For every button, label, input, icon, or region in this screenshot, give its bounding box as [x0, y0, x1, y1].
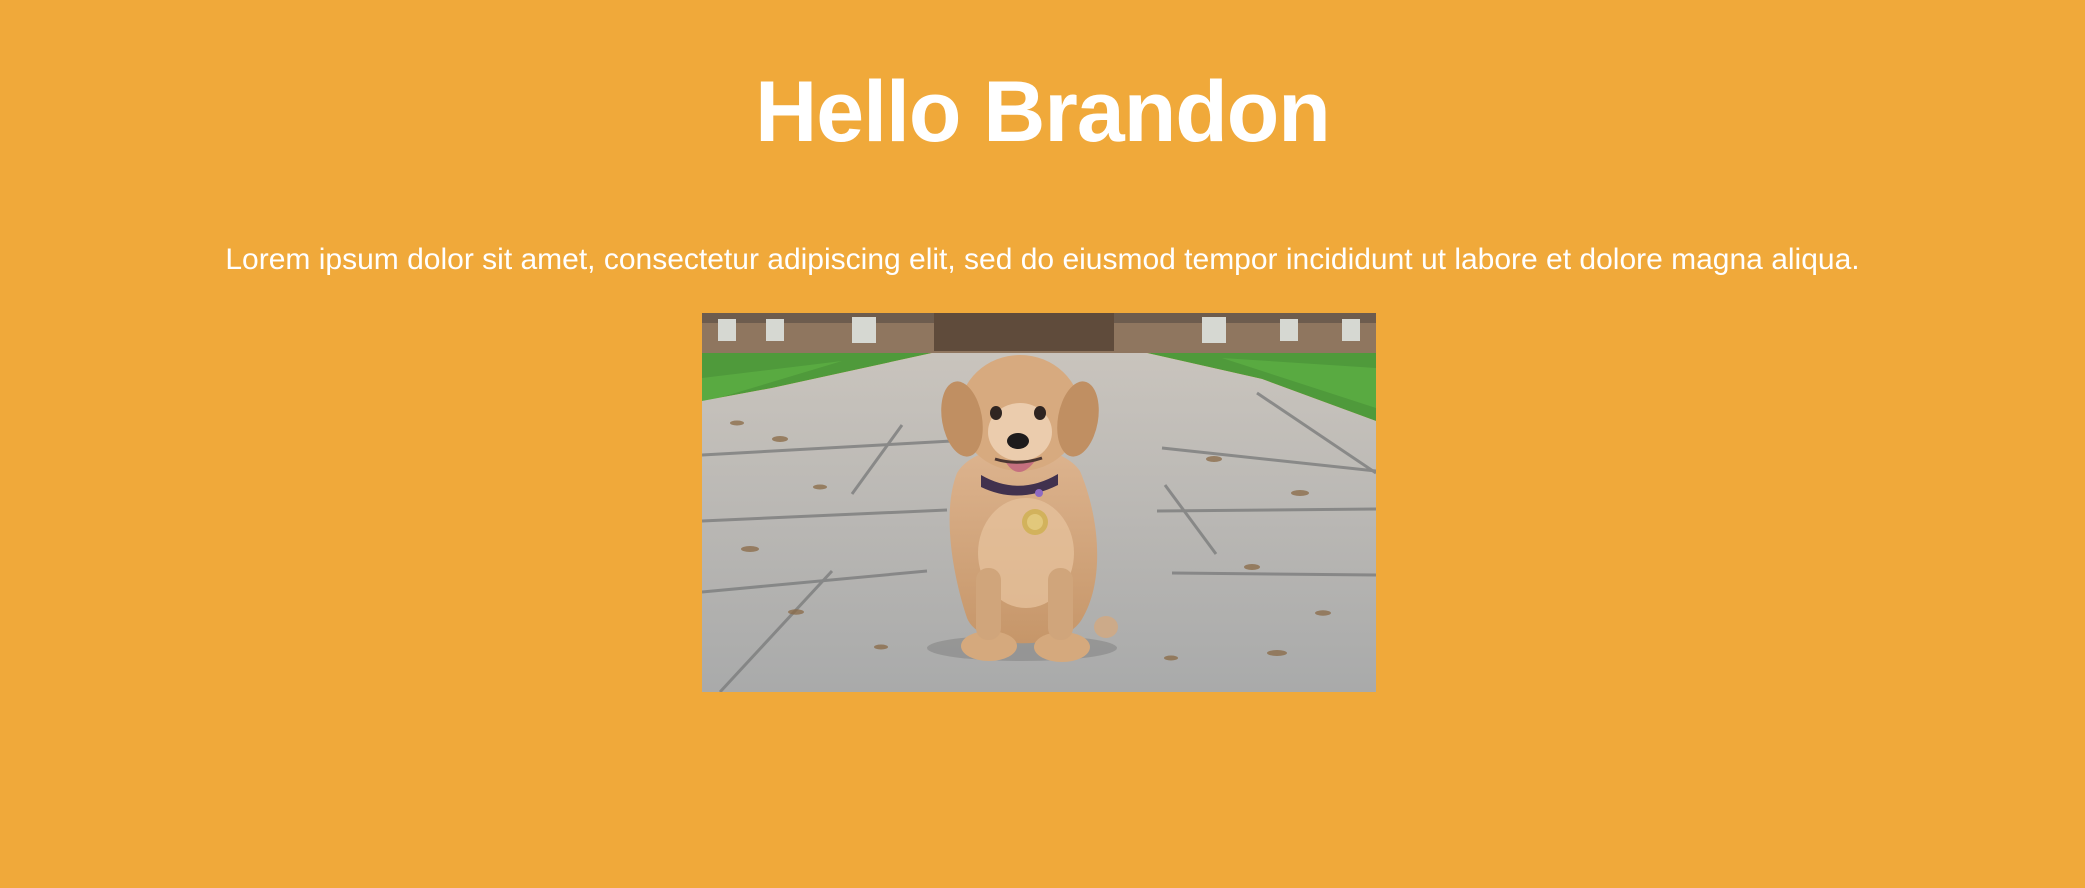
- puppy-photo: [702, 313, 1376, 692]
- intro-paragraph: Lorem ipsum dolor sit amet, consectetur …: [225, 243, 1860, 276]
- page: Hello Brandon Lorem ipsum dolor sit amet…: [0, 0, 2085, 888]
- page-title: Hello Brandon: [755, 64, 1331, 160]
